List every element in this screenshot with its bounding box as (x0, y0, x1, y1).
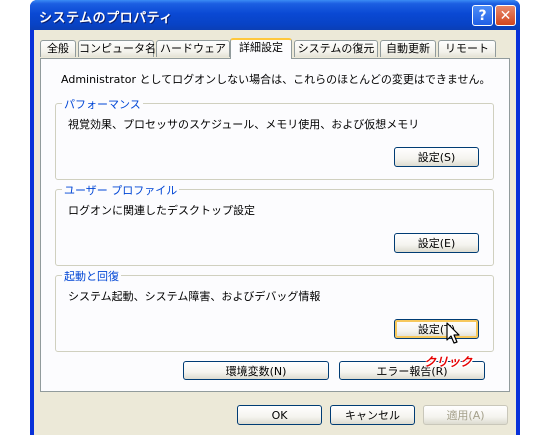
tab-hardware[interactable]: ハードウェア (156, 40, 230, 57)
help-button[interactable]: ? (472, 5, 493, 26)
cancel-button[interactable]: キャンセル (330, 405, 415, 425)
dialog-client-area: 全般 コンピュータ名 ハードウェア 詳細設定 システムの復元 自動更新 リモート… (34, 30, 516, 435)
performance-settings-button[interactable]: 設定(S) (394, 147, 479, 167)
performance-group-title: パフォーマンス (62, 96, 143, 112)
user-profile-settings-button[interactable]: 設定(E) (394, 233, 479, 253)
startup-recovery-group: 起動と回復 システム起動、システム障害、およびデバッグ情報 設定(T) (55, 268, 494, 352)
startup-recovery-description: システム起動、システム障害、およびデバッグ情報 (68, 290, 321, 303)
tab-general[interactable]: 全般 (40, 40, 76, 57)
startup-recovery-settings-button[interactable]: 設定(T) (394, 319, 479, 339)
user-profile-group-title: ユーザー プロファイル (62, 182, 180, 198)
environment-variables-button[interactable]: 環境変数(N) (183, 361, 329, 380)
tab-remote[interactable]: リモート (438, 40, 496, 57)
help-icon: ? (478, 7, 487, 24)
performance-group: パフォーマンス 視覚効果、プロセッサのスケジュール、メモリ使用、および仮想メモリ… (55, 96, 494, 180)
performance-description: 視覚効果、プロセッサのスケジュール、メモリ使用、および仮想メモリ (68, 118, 420, 131)
startup-recovery-group-title: 起動と回復 (62, 268, 121, 284)
ok-button[interactable]: OK (237, 405, 322, 425)
title-bar[interactable]: システムのプロパティ ? ✕ (30, 0, 520, 30)
click-annotation: クリック (424, 355, 473, 369)
user-profile-description: ログオンに関連したデスクトップ設定 (68, 204, 255, 217)
apply-button[interactable]: 適用(A) (423, 405, 508, 425)
advanced-tab-panel: Administrator としてログオンしない場合は、これらのほとんどの変更は… (40, 58, 510, 392)
tab-computer-name[interactable]: コンピュータ名 (78, 40, 156, 57)
admin-notice: Administrator としてログオンしない場合は、これらのほとんどの変更は… (61, 73, 491, 86)
tab-system-restore[interactable]: システムの復元 (294, 40, 378, 57)
close-button[interactable]: ✕ (495, 5, 516, 26)
tab-advanced[interactable]: 詳細設定 (230, 38, 292, 59)
user-profile-group: ユーザー プロファイル ログオンに関連したデスクトップ設定 設定(E) (55, 182, 494, 266)
window-title: システムのプロパティ (39, 11, 173, 26)
tab-automatic-updates[interactable]: 自動更新 (380, 40, 436, 57)
mouse-pointer-icon (446, 322, 460, 344)
close-icon: ✕ (499, 7, 512, 24)
